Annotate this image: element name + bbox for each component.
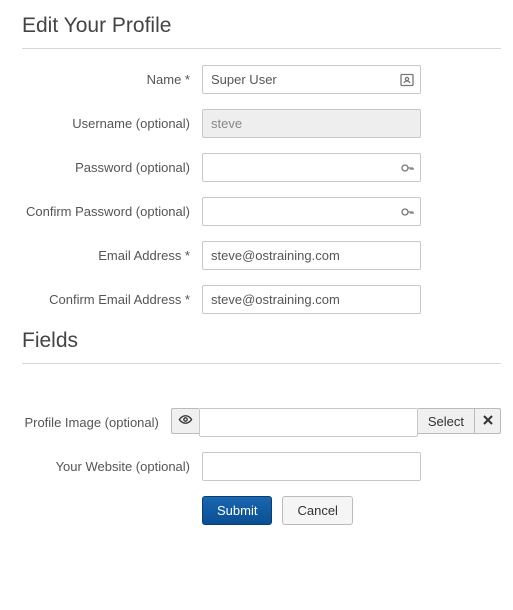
email-input[interactable] <box>202 241 421 270</box>
profile-image-input <box>199 408 418 437</box>
section-divider <box>22 48 501 49</box>
username-label: Username (optional) <box>22 109 202 133</box>
password-input[interactable] <box>202 153 421 182</box>
fields-heading: Fields <box>22 329 501 353</box>
form-row-profile-image: Profile Image (optional) Select <box>22 408 501 437</box>
form-row-actions: Submit Cancel <box>22 496 501 525</box>
website-label: Your Website (optional) <box>22 452 202 476</box>
confirm-password-input[interactable] <box>202 197 421 226</box>
edit-profile-heading: Edit Your Profile <box>22 14 501 38</box>
name-input[interactable] <box>202 65 421 94</box>
name-label: Name * <box>22 65 202 89</box>
username-input <box>202 109 421 138</box>
confirm-email-label: Confirm Email Address * <box>22 285 202 309</box>
form-row-confirm-email: Confirm Email Address * <box>22 285 501 314</box>
form-row-email: Email Address * <box>22 241 501 270</box>
preview-button[interactable] <box>171 408 199 434</box>
password-label: Password (optional) <box>22 153 202 177</box>
select-button[interactable]: Select <box>418 408 475 434</box>
cancel-button[interactable]: Cancel <box>282 496 352 525</box>
section-divider <box>22 363 501 364</box>
media-picker: Select <box>171 408 501 437</box>
website-input[interactable] <box>202 452 421 481</box>
submit-button[interactable]: Submit <box>202 496 272 525</box>
eye-icon <box>178 412 193 430</box>
form-row-password: Password (optional) <box>22 153 501 182</box>
confirm-email-input[interactable] <box>202 285 421 314</box>
form-row-confirm-password: Confirm Password (optional) <box>22 197 501 226</box>
clear-button[interactable] <box>475 408 501 434</box>
profile-image-label: Profile Image (optional) <box>22 408 171 432</box>
email-label: Email Address * <box>22 241 202 265</box>
form-row-username: Username (optional) <box>22 109 501 138</box>
confirm-password-label: Confirm Password (optional) <box>22 197 202 221</box>
close-icon <box>482 414 494 429</box>
form-row-name: Name * <box>22 65 501 94</box>
form-row-website: Your Website (optional) <box>22 452 501 481</box>
